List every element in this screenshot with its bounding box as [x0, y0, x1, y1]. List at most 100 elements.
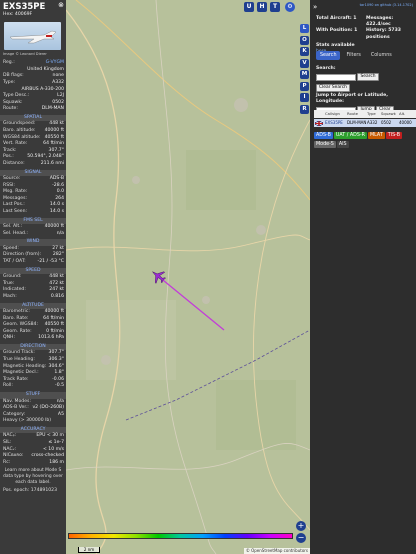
detail-row: Sel. Alt.: 40000 ft [0, 224, 66, 231]
map-attribution[interactable]: © OpenStreetMap contributors [243, 548, 310, 554]
aircraft-id-rows: Reg.: G-VYGM United Kingdom DB flags: none Ty… [0, 60, 66, 113]
tab-columns[interactable]: Columns [367, 51, 396, 60]
detail-label: Ground: [3, 274, 22, 280]
detail-label: Distance: [3, 161, 25, 166]
info-label: DB flags: [3, 73, 24, 79]
detail-label: True Heading: [3, 357, 35, 363]
info-label: Type: [3, 79, 16, 85]
with-position: With Position: 1 [316, 28, 358, 34]
detail-value: 247 kt [49, 287, 64, 293]
detail-row: Heavy (> 300000 lb) [0, 418, 66, 425]
settings-gear-icon[interactable]: ⚙ [285, 2, 295, 12]
altitude-color-legend [68, 533, 293, 539]
rail-button-p[interactable]: P [300, 81, 309, 91]
detail-value: 14.0 s [49, 209, 64, 215]
detail-label: Barometric: [3, 309, 30, 314]
source-badge[interactable]: ADS-B [314, 132, 333, 139]
detail-value: 186 m [49, 459, 64, 465]
detail-value: ≤ 1e-7 [48, 440, 64, 445]
map-button-u[interactable]: U [244, 2, 254, 12]
clear-search-button[interactable]: Clear Search [316, 83, 350, 92]
search-button[interactable]: Search [357, 73, 379, 81]
detail-row: Magnetic Decl.: 1.8° [0, 370, 66, 377]
aircraft-header: EXS35PE Hex: 40069F ⊗ [0, 0, 66, 19]
detail-row: SIL: ≤ 1e-7 [0, 440, 66, 447]
source-badge[interactable]: Mode-S [314, 141, 336, 148]
detail-label: TAT / OAT: [3, 259, 26, 265]
source-badge[interactable]: TIS-B [385, 132, 402, 139]
map-button-t[interactable]: T [270, 2, 280, 12]
detail-row: Sel. Head.: n/a [0, 231, 66, 238]
zoom-out-button[interactable]: − [296, 533, 306, 543]
aircraft-photo[interactable] [4, 21, 61, 50]
source-badge[interactable]: UAT / ADS-R [333, 132, 367, 139]
column-type[interactable]: Type [366, 110, 380, 118]
detail-value: 1.8° [54, 370, 64, 376]
info-value: United Kingdom [27, 66, 64, 72]
info-value[interactable]: G-VYGM [46, 60, 64, 67]
close-icon[interactable]: ⊗ [58, 2, 64, 9]
row-route: DLM-MAN [347, 120, 366, 125]
detail-row: Barometric: 40000 ft [0, 309, 66, 316]
rail-button-k[interactable]: K [300, 47, 309, 56]
source-badge[interactable]: MLAT [367, 132, 385, 139]
rail-button-i[interactable]: I [300, 93, 309, 102]
collapse-panel-icon[interactable]: » [313, 3, 317, 11]
rail-button-r[interactable]: R [300, 104, 309, 114]
detail-value: A5 [57, 411, 64, 417]
detail-label: Sel. Alt.: [3, 224, 23, 230]
row-callsign: EXS35PE [325, 120, 343, 125]
app-root: EXS35PE Hex: 40069F ⊗ Image © Leonard Di… [0, 0, 416, 554]
detail-label: Vert. Rate: [3, 141, 28, 147]
detail-label: Magnetic Decl.: [3, 370, 39, 376]
detail-row: Last Seen: 14.0 s [0, 209, 66, 216]
detail-row: QNH: 1013.6 hPa [0, 335, 66, 342]
detail-row: NICʙᴀʀᴏ: cross-checked [0, 453, 66, 460]
detail-label: Pos.: [3, 154, 14, 160]
rail-button-o[interactable]: O [300, 35, 309, 45]
info-label: Route: [3, 106, 18, 112]
map-view[interactable]: U H T ⚙ 2 nm + − © OpenStreetMap contrib… [66, 0, 310, 554]
detail-value: EPU < 30 m [36, 433, 64, 439]
zoom-in-button[interactable]: + [296, 521, 306, 531]
row-type: A332 [367, 120, 378, 125]
table-row[interactable]: EXS35PE DLM-MAN A332 0502 40000 [314, 119, 416, 127]
rail-button-l[interactable]: L [300, 24, 309, 33]
rail-button-v[interactable]: V [300, 58, 309, 68]
info-row: Route: DLM-MAN [0, 106, 66, 113]
learn-more-text: Learn more about Mode S data type by hov… [3, 468, 63, 486]
detail-label: ADS-B Ver.: [3, 405, 29, 411]
callsign-title: EXS35PE [3, 2, 46, 12]
panel-tabs: Search Filters Columns [316, 51, 396, 60]
column-flag[interactable] [314, 110, 324, 118]
tab-filters[interactable]: Filters [342, 51, 364, 60]
search-input[interactable] [316, 73, 356, 81]
detail-value: 50.594°, 2.048° [27, 154, 64, 160]
row-alt: 40000 [399, 120, 412, 125]
pos-epoch: Pos. epoch: 174891023 [3, 488, 58, 494]
detail-value: -21 / -53 °C [37, 259, 64, 265]
rail-button-m[interactable]: M [300, 70, 309, 79]
search-label: Search: [316, 66, 336, 71]
info-value: L2J [57, 93, 64, 99]
column-route[interactable]: Route [346, 110, 366, 118]
history-count: History: 5733 positions [366, 28, 401, 40]
column-callsign[interactable]: Callsign [324, 110, 346, 118]
toggle-rail: LOKVMPIR [300, 24, 310, 144]
source-badge[interactable]: AIS [336, 141, 349, 148]
detail-row: TAT / OAT: -21 / -53 °C [0, 259, 66, 266]
column-alt[interactable]: Alt. [398, 110, 416, 118]
map-button-h[interactable]: H [257, 2, 267, 12]
tab-search[interactable]: Search [316, 51, 341, 60]
detail-row: ADS-B Ver.: v2 (DO-260B) [0, 405, 66, 412]
detail-label: Heavy (> 300000 lb) [3, 418, 52, 424]
detail-value: 40000 ft [44, 309, 64, 314]
info-label: Reg.: [3, 60, 15, 66]
map-scale: 2 nm [78, 547, 100, 553]
detail-label: NACₚ: [3, 433, 17, 439]
detail-label: Sel. Head.: [3, 230, 28, 236]
airplane-photo-icon [9, 30, 57, 43]
column-squawk[interactable]: Squawk [380, 110, 398, 118]
detail-value: 1013.6 hPa [38, 335, 64, 341]
github-link[interactable]: tar1090 on github (3.14.1702) [360, 3, 413, 7]
